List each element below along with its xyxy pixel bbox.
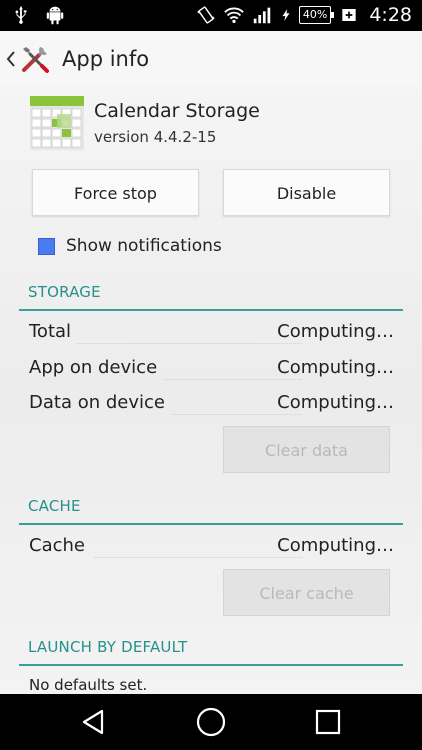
storage-data-row: Data on device Computing…	[29, 389, 394, 419]
back-chevron-icon[interactable]	[4, 47, 18, 71]
storage-total-row: Total Computing…	[29, 318, 394, 348]
disable-button[interactable]: Disable	[223, 169, 390, 216]
row-dotted-leader	[95, 557, 302, 558]
no-defaults-text: No defaults set.	[29, 676, 148, 694]
plus-box-icon	[342, 9, 356, 21]
storage-app-row: App on device Computing…	[29, 354, 394, 384]
cache-header-text: CACHE	[28, 497, 81, 515]
recents-square-icon[interactable]	[312, 706, 344, 738]
app-version: version 4.4.2-15	[94, 128, 217, 146]
settings-tools-icon[interactable]	[20, 43, 52, 75]
app-header: Calendar Storage version 4.4.2-15	[30, 96, 260, 150]
row-dotted-leader	[77, 343, 302, 344]
launch-default-header-text: LAUNCH BY DEFAULT	[28, 638, 188, 656]
show-notifications-label: Show notifications	[66, 236, 222, 256]
force-stop-button[interactable]: Force stop	[32, 169, 199, 216]
home-circle-icon[interactable]	[195, 706, 227, 738]
app-info-content[interactable]: Calendar Storage version 4.4.2-15 Force …	[0, 86, 422, 694]
back-triangle-icon[interactable]	[77, 706, 109, 738]
launch-default-section-header: LAUNCH BY DEFAULT	[19, 636, 403, 666]
app-info-screen: 40% 4:28 App info Calendar Storage versi…	[0, 0, 422, 750]
storage-total-value: Computing…	[277, 321, 394, 342]
cache-label: Cache	[29, 535, 85, 556]
battery-indicator: 40%	[298, 6, 335, 24]
calendar-storage-app-icon	[30, 96, 84, 150]
storage-header-text: STORAGE	[28, 283, 101, 301]
signal-icon	[253, 7, 271, 24]
storage-app-value: Computing…	[277, 357, 394, 378]
cache-value: Computing…	[277, 535, 394, 556]
usb-icon	[15, 5, 27, 24]
cache-row: Cache Computing…	[29, 532, 394, 562]
clock: 4:28	[369, 4, 412, 26]
show-notifications-checkbox[interactable]	[38, 237, 55, 255]
storage-app-label: App on device	[29, 357, 158, 378]
navigation-bar	[0, 694, 422, 750]
charging-bolt-icon	[282, 9, 290, 21]
storage-section-header: STORAGE	[19, 281, 403, 311]
storage-data-label: Data on device	[29, 392, 165, 413]
android-icon	[46, 6, 64, 25]
row-dotted-leader	[165, 379, 302, 380]
cache-section-header: CACHE	[19, 495, 403, 525]
row-dotted-leader	[171, 414, 302, 415]
clear-data-button[interactable]: Clear data	[223, 426, 390, 473]
vibrate-icon	[197, 6, 215, 24]
wifi-icon	[224, 7, 244, 24]
action-bar: App info	[0, 31, 422, 86]
page-title: App info	[62, 46, 150, 71]
storage-total-label: Total	[29, 321, 72, 342]
clear-cache-button[interactable]: Clear cache	[223, 569, 390, 616]
storage-data-value: Computing…	[277, 392, 394, 413]
app-name: Calendar Storage	[94, 100, 260, 122]
status-bar: 40% 4:28	[0, 0, 422, 31]
show-notifications-row[interactable]: Show notifications	[38, 236, 222, 256]
